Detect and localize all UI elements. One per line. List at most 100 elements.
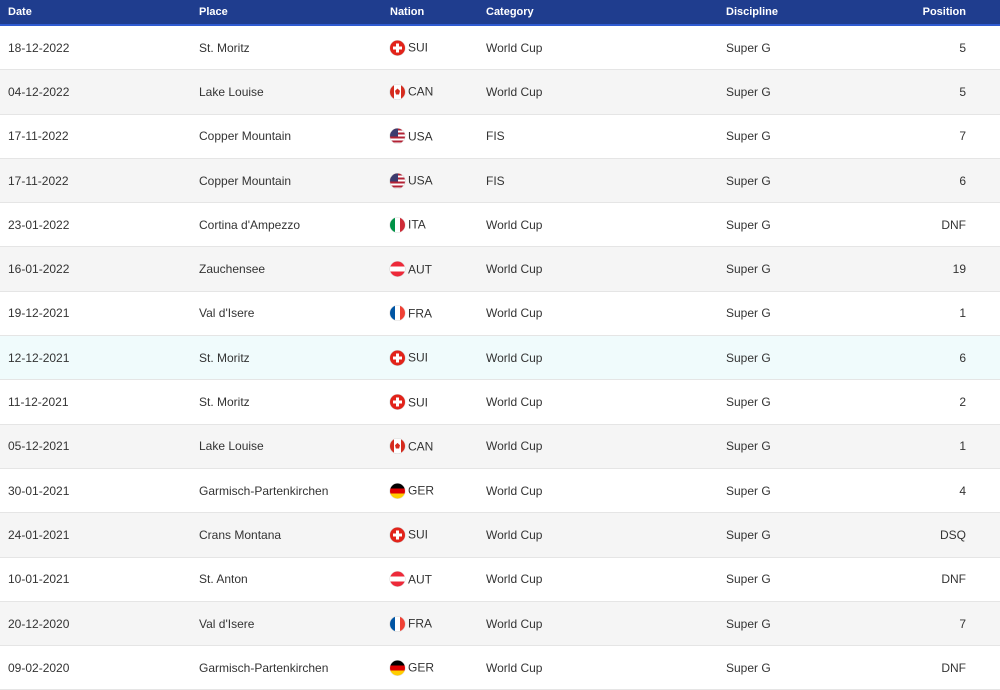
cell-category: World Cup xyxy=(486,350,543,365)
cell-date: 23-01-2022 xyxy=(8,217,70,232)
nation-code: SUI xyxy=(408,350,429,365)
cell-position: 2 xyxy=(959,395,966,410)
nation-code: AUT xyxy=(408,262,432,277)
cell-category: World Cup xyxy=(486,217,543,232)
cell-nation: AUT xyxy=(390,261,432,277)
table-row[interactable]: 16-01-2022 Zauchensee AUT World Cup Super G 1… xyxy=(0,247,1000,292)
cell-date: 10-01-2021 xyxy=(8,572,70,587)
cell-discipline: Super G xyxy=(726,527,771,542)
table-row[interactable]: 30-01-2021 Garmisch-Partenkirchen GER World… xyxy=(0,469,1000,514)
cell-discipline: Super G xyxy=(726,306,771,321)
nation-code: ITA xyxy=(408,217,426,232)
cell-place: Lake Louise xyxy=(199,439,264,454)
table-row[interactable]: 05-12-2021 Lake Louise CAN World Cup Super G… xyxy=(0,424,1000,469)
cell-category: World Cup xyxy=(486,439,543,454)
cell-category: World Cup xyxy=(486,306,543,321)
cell-discipline: Super G xyxy=(726,572,771,587)
cell-place: Garmisch-Partenkirchen xyxy=(199,660,329,675)
cell-date: 19-12-2021 xyxy=(8,306,70,321)
cell-nation: SUI xyxy=(390,40,429,56)
cell-position: 5 xyxy=(959,84,966,99)
cell-nation: ITA xyxy=(390,217,426,233)
cell-position: 7 xyxy=(959,129,966,144)
cell-place: Copper Mountain xyxy=(199,173,292,188)
cell-position: DNF xyxy=(941,217,966,232)
cell-discipline: Super G xyxy=(726,439,771,454)
table-row[interactable]: 04-12-2022 Lake Louise CAN World Cup Super G… xyxy=(0,70,1000,115)
cell-discipline: Super G xyxy=(726,483,771,498)
cell-discipline: Super G xyxy=(726,395,771,410)
cell-discipline: Super G xyxy=(726,40,771,55)
cell-date: 30-01-2021 xyxy=(8,483,70,498)
nation-code: FRA xyxy=(408,306,432,321)
flag-can-icon xyxy=(390,84,405,100)
cell-category: World Cup xyxy=(486,527,543,542)
cell-place: Lake Louise xyxy=(199,84,264,99)
flag-fra-icon xyxy=(390,616,405,631)
header-position[interactable]: Position xyxy=(923,6,966,18)
table-row[interactable]: 17-11-2022 Copper Mountain USA FIS Super G 6 xyxy=(0,158,1000,204)
cell-nation: AUT xyxy=(390,571,432,587)
table-row[interactable]: 11-12-2021 St. Moritz SUI World Cup Super G 2 xyxy=(0,380,1000,425)
header-nation[interactable]: Nation xyxy=(390,6,424,18)
flag-aut-icon xyxy=(390,261,405,277)
cell-position: DSQ xyxy=(939,527,966,542)
cell-discipline: Super G xyxy=(726,84,771,99)
cell-date: 18-12-2022 xyxy=(8,40,70,55)
flag-sui-icon xyxy=(390,527,405,543)
header-category[interactable]: Category xyxy=(486,6,534,18)
nation-code: CAN xyxy=(408,84,434,99)
results-table: Date Place Nation Category Discipline Po… xyxy=(0,0,1000,690)
nation-code: CAN xyxy=(408,439,434,454)
table-row[interactable]: 23-01-2022 Cortina d'Ampezzo ITA World Cup S… xyxy=(0,203,1000,248)
flag-aut-icon xyxy=(390,571,405,587)
table-row[interactable]: 12-12-2021 St. Moritz SUI World Cup Super G 6 xyxy=(0,336,1000,381)
cell-nation: SUI xyxy=(390,394,428,410)
cell-place: St. Moritz xyxy=(199,395,250,410)
cell-place: Cortina d'Ampezzo xyxy=(199,217,301,232)
cell-discipline: Super G xyxy=(726,262,771,277)
cell-date: 05-12-2021 xyxy=(8,439,70,454)
cell-nation: CAN xyxy=(390,84,434,100)
cell-position: 19 xyxy=(952,262,966,277)
table-row[interactable]: 10-01-2021 St. Anton AUT World Cup Super G DN… xyxy=(0,558,1000,602)
cell-position: 7 xyxy=(959,616,966,631)
nation-code: GER xyxy=(408,660,435,675)
cell-discipline: Super G xyxy=(726,129,771,144)
cell-nation: USA xyxy=(390,128,433,144)
cell-place: St. Moritz xyxy=(199,350,250,365)
nation-code: AUT xyxy=(408,572,432,587)
cell-place: Val d'Isere xyxy=(199,616,255,631)
cell-date: 11-12-2021 xyxy=(8,395,69,410)
cell-date: 16-01-2022 xyxy=(8,262,70,277)
cell-place: St. Anton xyxy=(199,572,248,587)
table-row[interactable]: 09-02-2020 Garmisch-Partenkirchen GER World… xyxy=(0,646,1000,690)
nation-code: SUI xyxy=(408,40,429,55)
cell-position: DNF xyxy=(941,572,966,587)
table-row[interactable]: 20-12-2020 Val d'Isere FRA World Cup Super G… xyxy=(0,601,1000,647)
cell-position: 6 xyxy=(959,173,966,188)
table-row[interactable]: 18-12-2022 St. Moritz SUI World Cup Super G 5 xyxy=(0,26,1000,71)
cell-nation: GER xyxy=(390,660,435,676)
header-place[interactable]: Place xyxy=(199,6,228,18)
cell-date: 20-12-2020 xyxy=(8,616,70,631)
cell-position: 1 xyxy=(959,306,966,321)
cell-category: World Cup xyxy=(486,84,543,99)
cell-place: Zauchensee xyxy=(199,262,266,277)
table-row[interactable]: 17-11-2022 Copper Mountain USA FIS Super G 7 xyxy=(0,115,1000,159)
table-row[interactable]: 19-12-2021 Val d'Isere FRA World Cup Super G… xyxy=(0,292,1000,337)
cell-position: 5 xyxy=(959,40,966,55)
header-discipline[interactable]: Discipline xyxy=(726,6,778,18)
cell-category: World Cup xyxy=(486,572,543,587)
table-row[interactable]: 24-01-2021 Crans Montana SUI World Cup Super… xyxy=(0,513,1000,558)
cell-category: World Cup xyxy=(486,483,543,498)
cell-date: 24-01-2021 xyxy=(8,527,70,542)
cell-category: World Cup xyxy=(486,660,543,675)
cell-place: Copper Mountain xyxy=(199,129,292,144)
cell-discipline: Super G xyxy=(726,350,771,365)
header-date[interactable]: Date xyxy=(8,6,32,18)
cell-nation: CAN xyxy=(390,438,434,454)
cell-date: 17-11-2022 xyxy=(8,173,69,188)
cell-category: World Cup xyxy=(486,395,543,410)
flag-ger-icon xyxy=(390,483,405,499)
